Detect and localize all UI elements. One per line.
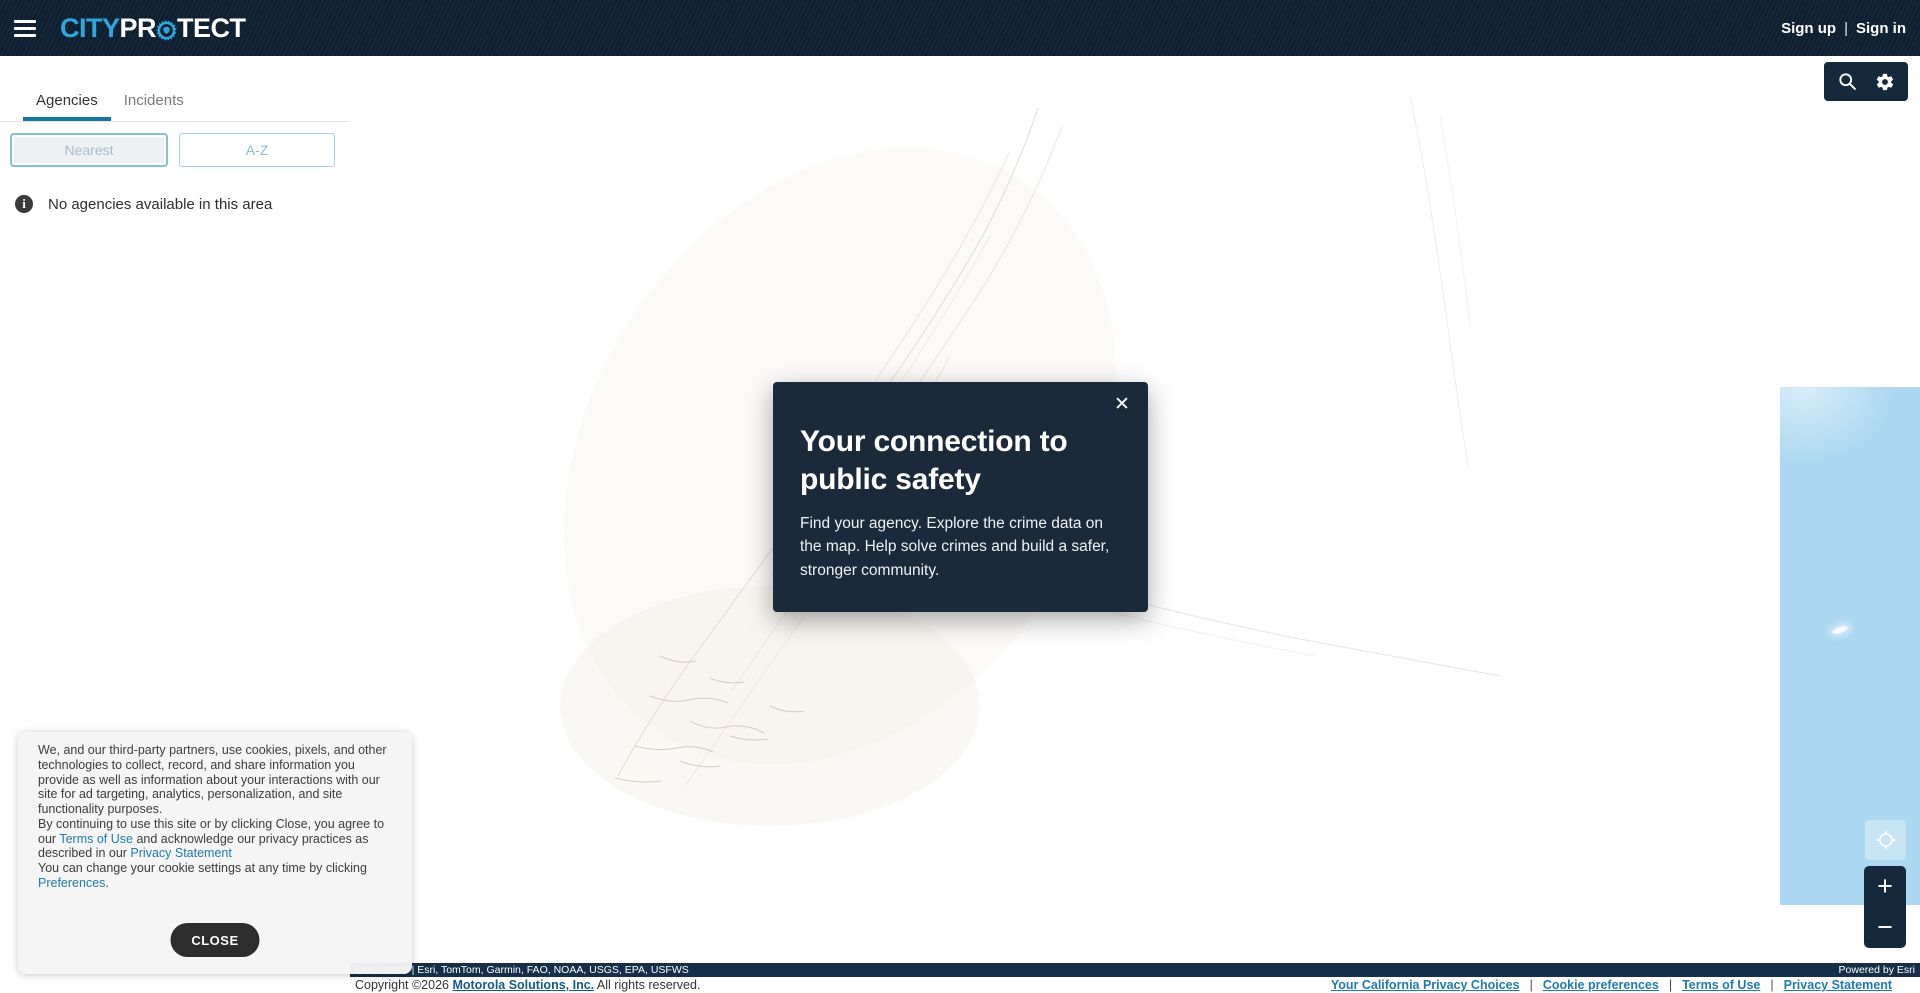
modal-title: Your connection to public safety <box>800 423 1100 499</box>
welcome-modal: ✕ Your connection to public safety Find … <box>773 382 1148 612</box>
small-island <box>1831 625 1848 636</box>
company-link[interactable]: Motorola Solutions, Inc. <box>452 978 594 992</box>
cookie-paragraph-1: We, and our third-party partners, use co… <box>38 743 392 817</box>
coastal-shallows <box>1780 387 1920 557</box>
sign-in-link[interactable]: Sign in <box>1856 20 1906 37</box>
terms-of-use-footer-link[interactable]: Terms of Use <box>1682 977 1760 993</box>
attribution-bar: Esri, USGS | Esri, TomTom, Garmin, FAO, … <box>350 963 1920 977</box>
sort-az-button[interactable]: A-Z <box>179 133 335 167</box>
modal-close-button[interactable]: ✕ <box>1108 390 1136 418</box>
zoom-out-button[interactable]: − <box>1864 907 1906 948</box>
map-canvas[interactable]: ✕ Your connection to public safety Find … <box>350 56 1920 963</box>
tab-incidents[interactable]: Incidents <box>111 79 197 121</box>
crosshair-icon <box>1875 829 1897 851</box>
preferences-link[interactable]: Preferences <box>38 876 105 890</box>
sort-nearest-button[interactable]: Nearest <box>10 133 168 167</box>
footer-links: Your California Privacy Choices | Cookie… <box>1331 977 1892 993</box>
police-badge-icon <box>155 19 178 42</box>
zoom-control: + − <box>1864 866 1906 948</box>
copyright-text: Copyright ©2026 Motorola Solutions, Inc.… <box>355 977 700 993</box>
tab-agencies[interactable]: Agencies <box>23 79 111 121</box>
modal-body-text: Find your agency. Explore the crime data… <box>800 512 1115 582</box>
page-footer: Copyright ©2026 Motorola Solutions, Inc.… <box>0 977 1920 993</box>
powered-by-esri: Powered by Esri <box>1839 964 1920 976</box>
settings-button[interactable] <box>1870 65 1900 99</box>
cookie-preferences-link[interactable]: Cookie preferences <box>1543 977 1659 993</box>
logo-city-text: CITY <box>60 13 120 44</box>
cookie-paragraph-3: You can change your cookie settings at a… <box>38 861 392 891</box>
top-navbar: CITYPR TECT Sign up | Sign in <box>0 0 1920 56</box>
privacy-statement-footer-link[interactable]: Privacy Statement <box>1784 977 1892 993</box>
logo-pr-text: PR <box>120 13 157 44</box>
brand-logo[interactable]: CITYPR TECT <box>60 13 246 44</box>
info-icon: i <box>15 195 33 213</box>
locate-button[interactable] <box>1865 820 1906 860</box>
search-icon <box>1837 71 1858 92</box>
menu-button[interactable] <box>2 0 48 56</box>
logo-tect-text: TECT <box>177 13 246 44</box>
privacy-choices-link[interactable]: Your California Privacy Choices <box>1331 977 1520 993</box>
gear-icon <box>1875 72 1895 92</box>
empty-message: No agencies available in this area <box>48 196 272 213</box>
sort-buttons: Nearest A-Z <box>0 122 350 167</box>
sign-up-link[interactable]: Sign up <box>1781 20 1836 37</box>
auth-divider: | <box>1844 20 1848 37</box>
privacy-statement-link[interactable]: Privacy Statement <box>130 846 231 860</box>
hamburger-icon <box>14 20 36 23</box>
empty-state: i No agencies available in this area <box>0 167 350 213</box>
cityprotect-app: CITYPR TECT Sign up | Sign in <box>0 0 1920 993</box>
cookie-close-button[interactable]: CLOSE <box>171 923 260 957</box>
cookie-banner: We, and our third-party partners, use co… <box>18 732 412 974</box>
tab-bar: Agencies Incidents <box>0 56 350 122</box>
auth-links: Sign up | Sign in <box>1781 20 1906 37</box>
terms-of-use-link[interactable]: Terms of Use <box>59 832 133 846</box>
search-button[interactable] <box>1832 65 1862 99</box>
zoom-in-button[interactable]: + <box>1864 866 1906 907</box>
map-toolbar <box>1824 62 1908 101</box>
cookie-paragraph-2: By continuing to use this site or by cli… <box>38 817 392 861</box>
close-icon: ✕ <box>1114 393 1130 416</box>
